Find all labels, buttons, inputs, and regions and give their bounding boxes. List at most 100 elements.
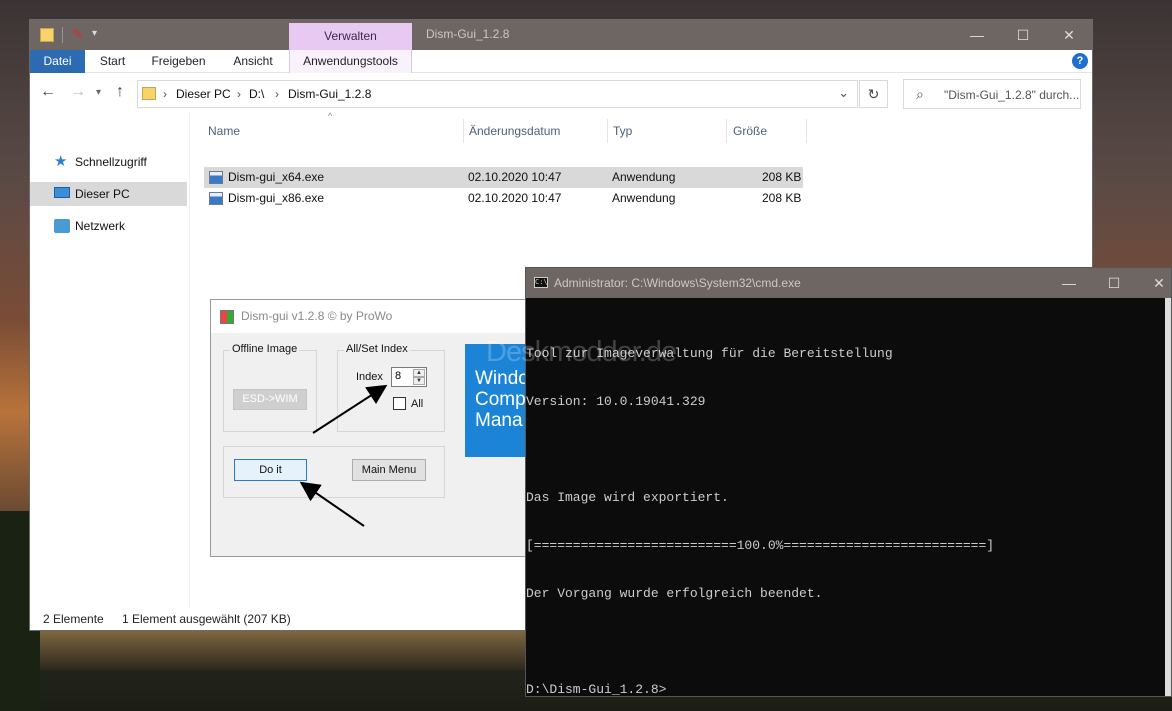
scrollbar[interactable] <box>1165 298 1171 696</box>
column-divider[interactable] <box>726 119 727 143</box>
all-label: All <box>411 398 424 410</box>
recent-chevron-icon[interactable]: ▾ <box>96 87 101 98</box>
index-group: All/Set Index <box>337 343 445 432</box>
cmd-title: Administrator: C:\Windows\System32\cmd.e… <box>554 276 801 290</box>
tab-ansicht[interactable]: Ansicht <box>217 50 289 73</box>
properties-icon[interactable]: ✎ <box>72 26 84 44</box>
file-name: Dism-gui_x64.exe <box>228 170 325 184</box>
status-item-count: 2 Elemente <box>43 612 104 626</box>
address-row: ← → ▾ ↑ › Dieser PC › D:\ › Dism-Gui_1.2… <box>30 73 1092 113</box>
network-icon <box>54 219 70 233</box>
close-icon[interactable]: ✕ <box>1136 268 1172 298</box>
breadcrumb-drive[interactable]: D:\ <box>249 87 264 101</box>
status-selection: 1 Element ausgewählt (207 KB) <box>122 612 291 626</box>
file-size: 208 KB <box>762 170 802 184</box>
chevron-down-icon[interactable]: ⌄ <box>838 85 849 101</box>
group-label: Offline Image <box>230 343 300 355</box>
tab-freigeben[interactable]: Freigeben <box>140 50 217 73</box>
index-stepper[interactable]: 8 ▲ ▼ <box>391 367 427 387</box>
console-icon: C:\ <box>534 277 548 288</box>
spin-up-icon[interactable]: ▲ <box>413 369 425 377</box>
file-type: Anwendung <box>612 170 676 184</box>
sidebar-item-schnellzugriff[interactable]: ★ Schnellzugriff <box>30 150 187 174</box>
console-line: D:\Dism-Gui_1.2.8> <box>526 682 667 697</box>
spin-down-icon[interactable]: ▼ <box>413 377 425 385</box>
back-arrow-icon[interactable]: ← <box>40 83 56 101</box>
window-title: Dism-Gui_1.2.8 <box>426 27 510 41</box>
console-line: Das Image wird exportiert. <box>526 490 729 505</box>
file-row-x64[interactable]: Dism-gui_x64.exe 02.10.2020 10:47 Anwend… <box>204 167 803 188</box>
console-line: Version: 10.0.19041.329 <box>526 394 706 409</box>
breadcrumb-separator: › <box>237 87 241 101</box>
column-header-type[interactable]: Typ <box>613 121 632 141</box>
tab-datei[interactable]: Datei <box>30 50 85 73</box>
cmd-window: C:\ Administrator: C:\Windows\System32\c… <box>525 267 1172 697</box>
tab-start[interactable]: Start <box>85 50 140 73</box>
breadcrumb-folder[interactable]: Dism-Gui_1.2.8 <box>288 87 371 101</box>
file-date: 02.10.2020 10:47 <box>468 170 562 184</box>
address-bar[interactable]: › Dieser PC › D:\ › Dism-Gui_1.2.8 ⌄ <box>137 80 858 108</box>
column-divider[interactable] <box>463 119 464 143</box>
application-icon <box>209 192 223 205</box>
refresh-icon[interactable]: ↻ <box>859 80 888 108</box>
breadcrumb-dieser-pc[interactable]: Dieser PC <box>176 87 231 101</box>
breadcrumb-separator: › <box>163 87 167 101</box>
breadcrumb-separator: › <box>275 87 279 101</box>
maximize-icon[interactable]: ☐ <box>1091 268 1137 298</box>
column-header-name[interactable]: Name <box>208 121 240 141</box>
do-it-button[interactable]: Do it <box>234 459 307 481</box>
up-arrow-icon[interactable]: ↑ <box>116 83 124 101</box>
watermark: Deskmodder.de <box>486 336 677 368</box>
computer-icon <box>54 187 70 198</box>
dism-titlebar: Dism-gui v1.2.8 © by ProWo <box>211 300 539 333</box>
sidebar-item-netzwerk[interactable]: Netzwerk <box>30 214 187 238</box>
search-input[interactable]: ⌕ "Dism-Gui_1.2.8" durch... <box>903 79 1081 109</box>
dism-title: Dism-gui v1.2.8 © by ProWo <box>241 309 393 323</box>
file-row-x86[interactable]: Dism-gui_x86.exe 02.10.2020 10:47 Anwend… <box>204 188 803 209</box>
app-icon <box>220 310 234 324</box>
quick-access-divider <box>62 27 63 43</box>
sidebar-item-dieser-pc[interactable]: Dieser PC <box>30 182 187 206</box>
column-header-date[interactable]: Änderungsdatum <box>469 121 560 141</box>
folder-icon <box>142 87 156 100</box>
sidebar-item-label: Netzwerk <box>75 219 126 233</box>
maximize-icon[interactable]: ☐ <box>1000 20 1046 50</box>
sort-ascending-icon: ^ <box>328 111 333 121</box>
console-line: ​ <box>526 634 1166 650</box>
column-divider[interactable] <box>607 119 608 143</box>
minimize-icon[interactable]: — <box>954 20 1000 50</box>
search-icon: ⌕ <box>916 86 924 102</box>
close-icon[interactable]: ✕ <box>1046 20 1092 50</box>
cmd-titlebar: C:\ Administrator: C:\Windows\System32\c… <box>526 268 1171 298</box>
console-line: [==========================100.0%=======… <box>526 538 995 553</box>
forward-arrow-icon[interactable]: → <box>70 83 86 101</box>
column-divider[interactable] <box>806 119 807 143</box>
file-date: 02.10.2020 10:47 <box>468 191 562 205</box>
navigation-pane: ★ Schnellzugriff Dieser PC Netzwerk <box>30 113 190 608</box>
folder-icon <box>40 28 54 42</box>
context-tab-verwalten: Verwalten <box>289 23 412 50</box>
group-label: All/Set Index <box>344 343 410 355</box>
console-output[interactable]: Tool zur Imageverwaltung für die Bereits… <box>526 314 1166 711</box>
index-value: 8 <box>395 370 402 382</box>
search-placeholder: "Dism-Gui_1.2.8" durch... <box>944 88 1080 102</box>
file-size: 208 KB <box>762 191 802 205</box>
explorer-titlebar: ✎ ▾ Verwalten Dism-Gui_1.2.8 — ☐ ✕ <box>30 20 1092 50</box>
minimize-icon[interactable]: — <box>1046 268 1092 298</box>
application-icon <box>209 171 223 184</box>
all-checkbox[interactable] <box>393 397 406 410</box>
file-type: Anwendung <box>612 191 676 205</box>
esd-to-wim-button[interactable]: ESD->WIM <box>233 389 307 410</box>
main-menu-button[interactable]: Main Menu <box>352 459 426 481</box>
sidebar-item-label: Dieser PC <box>75 187 130 201</box>
console-line: Der Vorgang wurde erfolgreich beendet. <box>526 586 823 601</box>
tab-anwendungstools[interactable]: Anwendungstools <box>289 50 412 73</box>
help-icon[interactable]: ? <box>1072 53 1088 69</box>
star-icon: ★ <box>54 153 68 170</box>
index-label: Index <box>356 371 383 383</box>
chevron-down-icon[interactable]: ▾ <box>92 28 97 46</box>
console-line: ​ <box>526 442 1166 458</box>
column-header-size[interactable]: Größe <box>733 121 767 141</box>
file-name: Dism-gui_x86.exe <box>228 191 325 205</box>
sidebar-item-label: Schnellzugriff <box>75 155 147 169</box>
